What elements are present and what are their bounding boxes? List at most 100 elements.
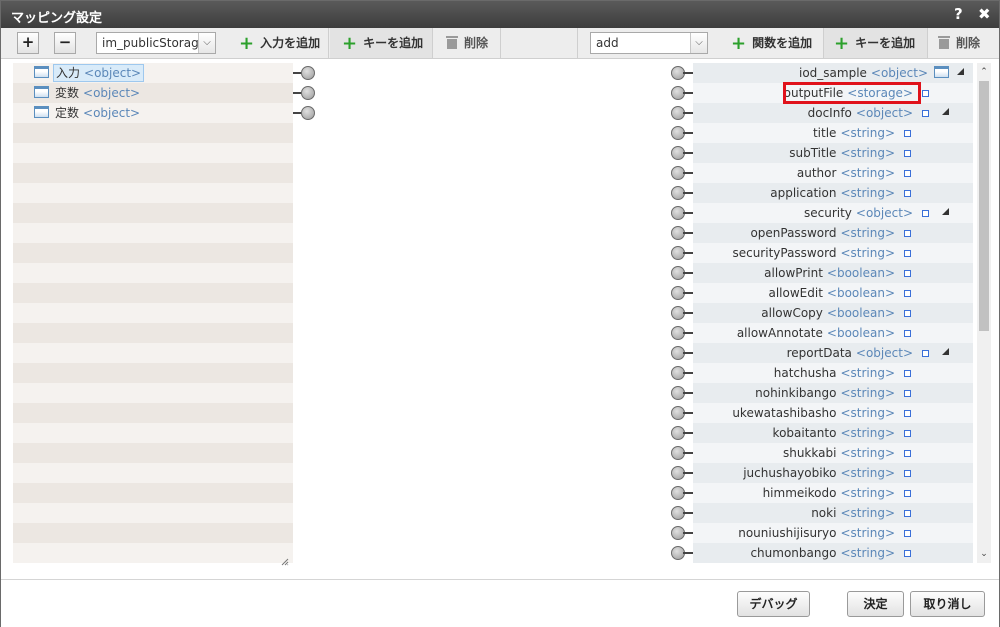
output-node-label: reportData <object> [787,343,913,363]
help-icon[interactable]: ? [954,5,963,23]
output-tree-row[interactable]: kobaitanto <string> [693,423,973,443]
output-node-label: ukewatashibasho <string> [732,403,895,423]
output-tree-row[interactable]: allowAnnotate <boolean> [693,323,973,343]
node-marker-icon [904,290,911,297]
output-node-label: nohinkibango <string> [755,383,895,403]
node-marker-icon [922,110,929,117]
input-tree-row [13,363,293,383]
input-tree-row[interactable]: 定数 <object> [13,103,293,123]
input-tree-row[interactable]: 入力 <object> [13,63,293,83]
output-tree-row[interactable]: allowCopy <boolean> [693,303,973,323]
output-tree-row[interactable]: reportData <object> [693,343,973,363]
node-marker-icon [904,410,911,417]
output-tree-row[interactable]: nohinkibango <string> [693,383,973,403]
output-tree-row[interactable]: author <string> [693,163,973,183]
output-tree-row[interactable]: hatchusha <string> [693,363,973,383]
source-select[interactable]: im_publicStorage ⌵ [96,32,216,54]
input-tree-row [13,383,293,403]
output-connector-line [683,472,693,474]
expand-triangle-icon[interactable] [957,68,964,75]
output-tree-row[interactable]: ukewatashibasho <string> [693,403,973,423]
output-tree-row[interactable]: nouniushijisuryo <string> [693,523,973,543]
scrollbar-thumb[interactable] [979,81,989,331]
add-input-button[interactable]: + 入力を追加 [229,28,329,58]
chevron-up-icon[interactable]: ⌃ [977,65,991,79]
chevron-down-icon: ⌵ [198,33,215,53]
output-node-type: <object> [855,206,913,220]
output-tree: iod_sample <object> outputFile <storage> doc… [693,63,973,563]
output-tree-row[interactable]: title <string> [693,123,973,143]
output-tree-row[interactable]: security <object> [693,203,973,223]
chevron-down-icon[interactable]: ⌄ [977,547,991,561]
output-node-type: <boolean> [826,306,895,320]
output-node-name: security [803,206,852,220]
node-marker-icon [904,370,911,377]
output-connector-line [683,352,693,354]
output-tree-row[interactable]: iod_sample <object> [693,63,973,83]
output-node-label: juchushayobiko <string> [743,463,895,483]
right-add-key-button[interactable]: + キーを追加 [824,28,928,58]
output-tree-row[interactable]: securityPassword <string> [693,243,973,263]
output-tree-row[interactable]: himmeikodo <string> [693,483,973,503]
debug-button[interactable]: デバッグ [737,591,810,617]
mapping-canvas[interactable] [293,63,693,563]
output-node-name: allowCopy [761,306,823,320]
node-marker-icon [904,390,911,397]
output-tree-row[interactable]: subTitle <string> [693,143,973,163]
output-tree-row[interactable]: allowPrint <boolean> [693,263,973,283]
output-tree-row[interactable]: openPassword <string> [693,223,973,243]
object-node-icon [34,66,49,78]
input-tree: 入力 <object> 変数 <object> 定数 <object> [13,63,293,563]
ok-button[interactable]: 決定 [847,591,904,617]
cancel-button[interactable]: 取り消し [910,591,985,617]
plus-icon: + [239,33,255,54]
output-tree-row[interactable]: chumonbango <string> [693,543,973,563]
left-delete-label: 削除 [464,36,489,50]
input-connector-handle[interactable] [301,66,315,80]
input-tree-row [13,423,293,443]
dialog-title: マッピング設定 [11,11,103,26]
input-connector-handle[interactable] [301,86,315,100]
output-tree-row[interactable]: noki <string> [693,503,973,523]
input-tree-row [13,283,293,303]
output-connector-line [683,152,693,154]
input-tree-row[interactable]: 変数 <object> [13,83,293,103]
output-node-label: docInfo <object> [808,103,913,123]
output-tree-row[interactable]: shukkabi <string> [693,443,973,463]
output-tree-row[interactable]: application <string> [693,183,973,203]
output-node-type: <string> [840,386,895,400]
output-tree-row[interactable]: allowEdit <boolean> [693,283,973,303]
close-icon[interactable]: ✖ [978,5,991,23]
output-node-label: author <string> [797,163,895,183]
output-node-label: allowEdit <boolean> [768,283,895,303]
left-add-key-button[interactable]: + キーを追加 [330,28,433,58]
output-tree-row[interactable]: docInfo <object> [693,103,973,123]
output-node-type: <object> [855,106,913,120]
resize-grip-icon[interactable] [281,558,289,566]
output-node-label: nouniushijisuryo <string> [738,523,895,543]
node-marker-icon [922,210,929,217]
expand-triangle-icon[interactable] [942,208,949,215]
collapse-all-button[interactable]: − [54,32,76,54]
output-tree-row[interactable]: juchushayobiko <string> [693,463,973,483]
input-node-name: 変数 [55,86,80,100]
expand-triangle-icon[interactable] [942,348,949,355]
output-node-type: <string> [840,506,895,520]
output-connector-line [683,452,693,454]
output-node-type: <string> [840,486,895,500]
expand-triangle-icon[interactable] [942,108,949,115]
output-node-name: chumonbango [750,546,837,560]
vertical-scrollbar[interactable]: ⌃ ⌄ [977,63,991,563]
output-node-name: reportData [786,346,852,360]
output-connector-line [683,312,693,314]
add-function-button[interactable]: + 関数を追加 [719,28,824,58]
expand-all-button[interactable]: + [17,32,39,54]
output-node-label: himmeikodo <string> [763,483,895,503]
function-select[interactable]: add ⌵ [590,32,708,54]
input-connector-handle[interactable] [301,106,315,120]
node-marker-icon [904,270,911,277]
input-tree-row [13,223,293,243]
right-delete-button[interactable]: 削除 [928,28,992,58]
input-tree-row [13,143,293,163]
left-delete-button[interactable]: 削除 [433,28,501,58]
